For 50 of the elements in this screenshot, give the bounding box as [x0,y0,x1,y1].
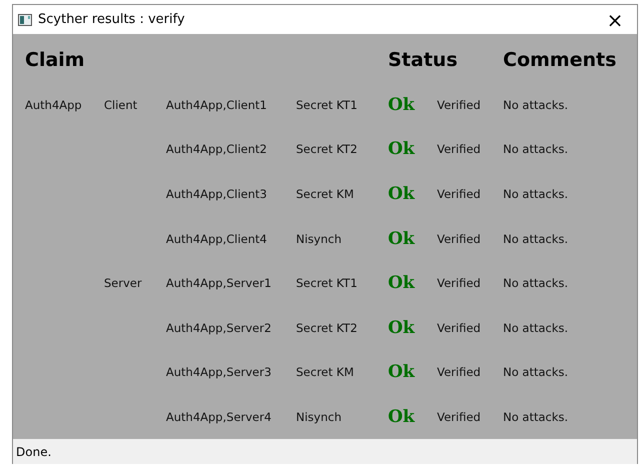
claim-name: Auth4App,Server1 [166,276,272,290]
status-label: Ok [388,318,416,338]
claim-name: Auth4App,Server4 [166,410,272,424]
result-text: Verified [437,142,481,156]
status-label: Ok [388,273,416,294]
comment-text: No attacks. [503,142,568,156]
claim-type: Secret KT2 [296,320,358,335]
claim-name: Auth4App,Client1 [166,98,268,112]
comment-text: No attacks. [503,365,568,380]
claim-name: Auth4App,Client3 [166,187,268,202]
protocol-name: Auth4App [25,98,82,112]
comment-text: No attacks. [503,232,568,246]
column-header: Status [388,49,458,72]
status-label: Ok [388,94,416,115]
window-title: Scyther results : verify [38,12,186,27]
result-text: Verified [437,187,481,202]
status-label: Ok [388,139,416,160]
result-text: Verified [437,320,481,335]
claim-type: Nisynch [296,232,342,246]
column-header: Claim [25,49,85,72]
claim-type: Secret KT1 [296,276,358,290]
claim-name: Auth4App,Server3 [166,365,272,380]
column-header: Comments [503,49,616,72]
comment-text: No attacks. [503,276,568,290]
role-name: Client [104,98,138,112]
claim-type: Secret KM [296,365,354,380]
comment-text: No attacks. [503,98,568,112]
result-text: Verified [437,232,481,246]
comment-text: No attacks. [503,320,568,335]
result-text: Verified [437,365,481,380]
result-text: Verified [437,276,481,290]
status-label: Ok [388,407,416,428]
claim-type: Secret KT2 [296,142,358,156]
claim-type: Secret KT1 [296,98,358,112]
claim-type: Secret KM [296,187,354,202]
claim-name: Auth4App,Client4 [166,232,268,246]
status-label: Ok [388,362,416,382]
close-button[interactable]: × [597,10,633,30]
result-text: Verified [437,410,481,424]
result-text: Verified [437,98,481,112]
status-label: Ok [388,184,416,204]
claim-name: Auth4App,Client2 [166,142,268,156]
app-icon [18,14,32,26]
comment-text: No attacks. [503,410,568,424]
comment-text: No attacks. [503,187,568,202]
status-text: Done. [16,445,52,460]
role-name: Server [104,276,142,290]
status-label: Ok [388,228,416,249]
claim-type: Nisynch [296,410,342,424]
claim-name: Auth4App,Server2 [166,320,272,335]
